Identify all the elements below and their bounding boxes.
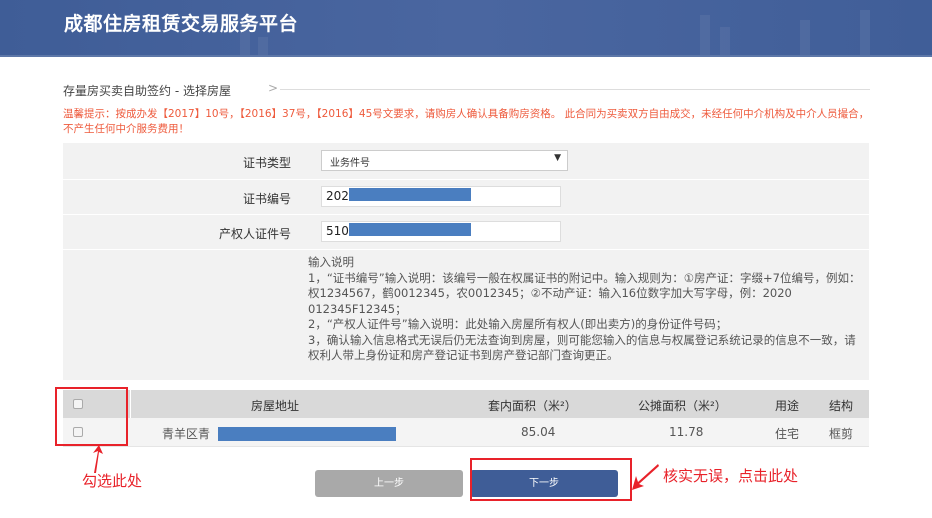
chevron-down-icon: ▼ [554, 153, 561, 163]
prev-step-button[interactable]: 上一步 [315, 470, 463, 497]
cert-type-select[interactable]: 业务件号 ▼ [321, 150, 568, 171]
instruction-line: 1，“证书编号”输入说明：该编号一般在权属证书的附记中。输入规则为：①房产证：字… [308, 270, 861, 316]
row-cert-type: 证书类型 业务件号 ▼ [63, 143, 869, 180]
redaction-bar [349, 223, 471, 236]
redaction-bar [349, 188, 471, 201]
instruction-line: 2，“产权人证件号”输入说明：此处输入房屋所有权人(即出卖方)的身份证件号码； [308, 317, 728, 331]
cert-type-label: 证书类型 [242, 156, 291, 170]
address-cell: 青羊区青 [162, 427, 211, 441]
annotation-box-checkbox [55, 387, 128, 446]
annotation-box-next [470, 458, 632, 501]
col-address: 房屋地址 [251, 399, 300, 413]
cert-type-value: 业务件号 [330, 158, 370, 169]
col-structure: 结构 [829, 399, 854, 413]
shared-area-cell: 11.78 [669, 425, 704, 439]
input-instructions: 输入说明 1，“证书编号”输入说明：该编号一般在权属证书的附记中。输入规则为：①… [308, 255, 863, 364]
annotation-check-text: 勾选此处 [82, 472, 143, 490]
annotation-click-text: 核实无误，点击此处 [663, 467, 799, 485]
owner-id-value: 510 [326, 224, 349, 238]
owner-id-label: 产权人证件号 [218, 227, 291, 241]
breadcrumb: 存量房买卖自助签约 - 选择房屋 [63, 84, 231, 98]
table-header: 房屋地址 套内面积（米²） 公摊面积（米²） 用途 结构 [63, 390, 869, 418]
cert-no-label: 证书编号 [242, 192, 291, 206]
chevron-right-icon: > [268, 81, 279, 95]
arrow-left-icon [632, 464, 659, 490]
site-title: 成都住房租赁交易服务平台 [64, 13, 299, 35]
inner-area-cell: 85.04 [521, 425, 556, 439]
instruction-line: 3，确认输入信息格式无误后仍无法查询到房屋，则可能您输入的信息与权属登记系统记录… [308, 332, 856, 363]
instructions-title: 输入说明 [308, 255, 354, 269]
divider [280, 89, 870, 90]
warning-notice: 温馨提示：按成办发【2017】10号，【2016】37号，【2016】45号文要… [63, 108, 870, 135]
redaction-bar [218, 427, 396, 441]
col-shared-area: 公摊面积（米²） [638, 399, 727, 413]
structure-cell: 框剪 [829, 427, 854, 441]
table-row[interactable]: 青羊区青 85.04 11.78 住宅 框剪 [63, 418, 869, 447]
search-form: 证书类型 业务件号 ▼ 证书编号 202 产权人证件号 510 输入说明 1，“证… [63, 143, 869, 380]
row-owner-id: 产权人证件号 510 [63, 215, 869, 250]
usage-cell: 住宅 [775, 427, 800, 441]
house-table: 房屋地址 套内面积（米²） 公摊面积（米²） 用途 结构 青羊区青 85.04 … [63, 390, 869, 447]
header-banner: 成都住房租赁交易服务平台 [0, 0, 932, 57]
col-inner-area: 套内面积（米²） [488, 399, 577, 413]
col-usage: 用途 [775, 399, 800, 413]
cert-no-value: 202 [326, 189, 349, 203]
row-cert-no: 证书编号 202 [63, 180, 869, 215]
